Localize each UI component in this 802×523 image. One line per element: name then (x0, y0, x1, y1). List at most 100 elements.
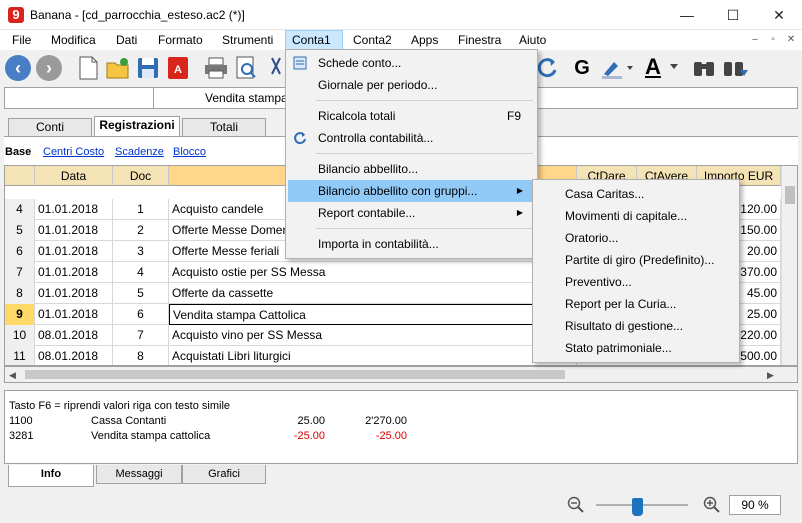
menu-file[interactable]: File (6, 30, 37, 50)
maximize-button[interactable]: ☐ (710, 0, 756, 30)
date-cell[interactable]: 01.01.2018 (35, 241, 113, 262)
view-scadenze[interactable]: Scadenze (115, 146, 164, 158)
doc-cell[interactable]: 2 (113, 220, 169, 241)
mdi-minimize-button[interactable]: – (748, 33, 762, 47)
tab-registrazioni[interactable]: Registrazioni (94, 116, 180, 137)
description-cell[interactable]: Acquistati Libri liturgici (169, 346, 577, 365)
menu-apps[interactable]: Apps (405, 30, 444, 50)
account-sheet-icon (292, 55, 308, 71)
binoculars-icon[interactable] (690, 54, 718, 82)
menu-finestra[interactable]: Finestra (452, 30, 507, 50)
doc-cell[interactable]: 6 (113, 304, 169, 325)
new-file-icon[interactable] (74, 54, 102, 82)
submenu-item[interactable]: Preventivo... (535, 271, 737, 293)
submenu-item[interactable]: Movimenti di capitale... (535, 205, 737, 227)
date-cell[interactable]: 01.01.2018 (35, 304, 113, 325)
menu-conta2[interactable]: Conta2 (347, 30, 398, 50)
menu-item-bilancio-abbellito[interactable]: Bilancio abbellito... (288, 158, 535, 180)
window-title: Banana - [cd_parrocchia_esteso.ac2 (*)] (30, 8, 245, 22)
zoom-out-icon[interactable] (567, 496, 585, 514)
column-header-doc[interactable]: Doc (113, 166, 169, 186)
bold-button[interactable]: G (568, 54, 596, 82)
tab-totali[interactable]: Totali (182, 118, 266, 136)
menu-formato[interactable]: Formato (152, 30, 209, 50)
mdi-restore-button[interactable]: ▫ (766, 33, 780, 47)
view-blocco[interactable]: Blocco (173, 146, 206, 158)
cut-icon[interactable] (268, 54, 284, 82)
highlighter-icon[interactable] (598, 54, 636, 82)
back-icon[interactable]: ‹ (5, 55, 31, 81)
doc-cell[interactable]: 8 (113, 346, 169, 365)
menu-strumenti[interactable]: Strumenti (216, 30, 279, 50)
menu-item-report-contabile[interactable]: Report contabile... ▶ (288, 202, 535, 224)
menu-item-importa[interactable]: Importa in contabilità... (288, 233, 535, 255)
conta1-menu: Schede conto... Giornale per periodo... … (285, 49, 538, 259)
tab-info[interactable]: Info (8, 465, 94, 487)
cell-reference[interactable] (5, 88, 154, 108)
description-cell[interactable]: Vendita stampa Cattolica (169, 304, 577, 325)
info-account: 1100 (9, 415, 33, 427)
print-preview-icon[interactable] (232, 54, 260, 82)
doc-cell[interactable]: 7 (113, 325, 169, 346)
menu-item-bilancio-gruppi[interactable]: Bilancio abbellito con gruppi... ▶ (288, 180, 535, 202)
scroll-left-icon[interactable]: ◀ (9, 370, 16, 381)
submenu-item[interactable]: Risultato di gestione... (535, 315, 737, 337)
menu-item-schede-conto[interactable]: Schede conto... (288, 52, 535, 74)
save-icon[interactable] (134, 54, 162, 82)
submenu-item[interactable]: Stato patrimoniale... (535, 337, 737, 359)
tab-conti[interactable]: Conti (8, 118, 92, 136)
forward-icon[interactable]: › (36, 55, 62, 81)
horizontal-scroll-thumb[interactable] (25, 370, 565, 379)
info-account: 3281 (9, 430, 34, 442)
mdi-close-button[interactable]: ✕ (784, 33, 798, 47)
date-cell[interactable]: 01.01.2018 (35, 283, 113, 304)
submenu-item[interactable]: Report per la Curia... (535, 293, 737, 315)
scroll-right-icon[interactable]: ▶ (767, 370, 774, 381)
menu-aiuto[interactable]: Aiuto (513, 30, 552, 50)
menu-item-ricalcola[interactable]: Ricalcola totali F9 (288, 105, 535, 127)
menu-dati[interactable]: Dati (110, 30, 143, 50)
description-cell[interactable]: Offerte da cassette (169, 283, 577, 304)
menu-separator (316, 100, 533, 101)
vertical-scroll-thumb[interactable] (785, 186, 795, 204)
vertical-scrollbar[interactable] (781, 166, 797, 365)
zoom-level-input[interactable]: 90 % (729, 495, 781, 515)
date-cell[interactable]: 01.01.2018 (35, 220, 113, 241)
menu-item-controlla[interactable]: Controlla contabilità... (288, 127, 535, 149)
pdf-icon[interactable]: A (164, 54, 192, 82)
zoom-in-icon[interactable] (703, 496, 721, 514)
bilancio-gruppi-submenu: Casa Caritas... Movimenti di capitale...… (532, 179, 740, 363)
submenu-item[interactable]: Oratorio... (535, 227, 737, 249)
menu-item-label: Schede conto... (318, 56, 402, 70)
print-icon[interactable] (202, 54, 230, 82)
minimize-button[interactable]: — (664, 0, 710, 30)
doc-cell[interactable]: 5 (113, 283, 169, 304)
tab-messaggi[interactable]: Messaggi (96, 465, 182, 484)
date-cell[interactable]: 08.01.2018 (35, 346, 113, 365)
view-centri-costo[interactable]: Centri Costo (43, 146, 104, 158)
font-color-button[interactable]: A (642, 54, 680, 82)
menu-modifica[interactable]: Modifica (45, 30, 102, 50)
description-cell[interactable]: Acquisto vino per SS Messa (169, 325, 577, 346)
submenu-item[interactable]: Casa Caritas... (535, 183, 737, 205)
view-base[interactable]: Base (5, 146, 31, 158)
doc-cell[interactable]: 4 (113, 262, 169, 283)
doc-cell[interactable]: 1 (113, 199, 169, 220)
close-button[interactable]: ✕ (756, 0, 802, 30)
tab-grafici[interactable]: Grafici (182, 465, 266, 484)
menu-conta1[interactable]: Conta1 (285, 30, 343, 50)
column-header-data[interactable]: Data (35, 166, 113, 186)
doc-cell[interactable]: 3 (113, 241, 169, 262)
submenu-item[interactable]: Partite di giro (Predefinito)... (535, 249, 737, 271)
open-folder-icon[interactable] (104, 54, 132, 82)
submenu-arrow-icon: ▶ (516, 208, 523, 217)
find-replace-icon[interactable] (722, 54, 750, 82)
description-cell[interactable]: Acquisto ostie per SS Messa (169, 262, 577, 283)
zoom-slider-thumb[interactable] (632, 498, 643, 516)
date-cell[interactable]: 08.01.2018 (35, 325, 113, 346)
info-account-name: Vendita stampa cattolica (91, 430, 211, 442)
date-cell[interactable]: 01.01.2018 (35, 199, 113, 220)
menu-item-giornale[interactable]: Giornale per periodo... (288, 74, 535, 96)
date-cell[interactable]: 01.01.2018 (35, 262, 113, 283)
horizontal-scrollbar[interactable]: ◀ ▶ (4, 366, 798, 383)
